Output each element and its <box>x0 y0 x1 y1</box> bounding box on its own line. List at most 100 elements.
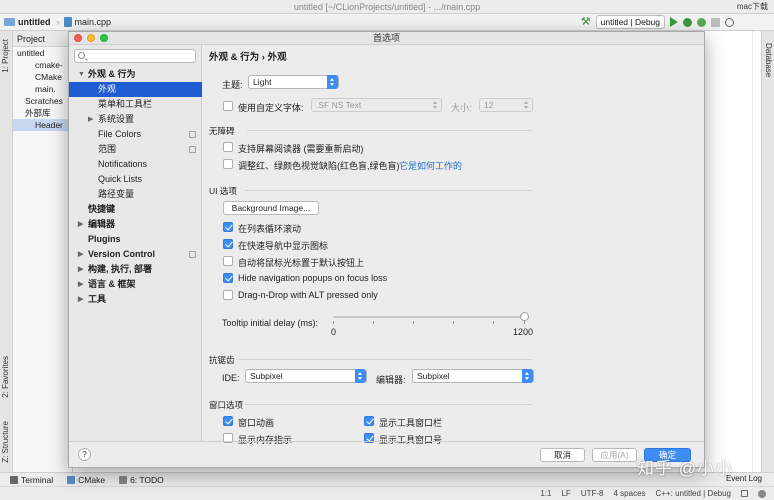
ide-antialiasing-select[interactable]: Subpixel <box>245 369 367 383</box>
accessibility-section-title: 无障碍 <box>209 126 235 136</box>
run-config-select[interactable]: untitled | Debug <box>595 15 665 29</box>
settings-tree-item[interactable]: ▶ 工具 <box>69 292 202 307</box>
run-icon[interactable] <box>670 17 678 27</box>
settings-search-input[interactable] <box>74 49 196 63</box>
font-family-select[interactable]: .SF NS Text <box>311 98 442 112</box>
search-everywhere-icon[interactable] <box>725 17 734 27</box>
stop-icon[interactable] <box>711 17 720 27</box>
indent-setting[interactable]: 4 spaces <box>614 489 646 498</box>
settings-tree-item[interactable]: 外观 <box>69 82 202 97</box>
watermark-logo: mac下载 <box>736 2 768 11</box>
settings-tree-item[interactable]: ▶ 系统设置 <box>69 112 202 127</box>
inspector-icon[interactable] <box>758 489 766 498</box>
project-scope-icon <box>189 251 196 258</box>
line-separator[interactable]: LF <box>561 489 570 498</box>
database-tool-tab[interactable]: Database <box>764 43 773 77</box>
project-panel: Project untitled cmake- CMake main. Scra… <box>13 31 73 472</box>
minimize-window-button[interactable] <box>87 34 95 42</box>
slider-tick <box>333 321 334 324</box>
tool-window-bars-checkbox[interactable] <box>364 416 374 426</box>
background-image-button[interactable]: Background Image... <box>223 201 319 215</box>
settings-tree-item[interactable]: Plugins <box>69 232 202 247</box>
quick-nav-icons-label: 在快速导航中显示图标 <box>238 241 329 251</box>
settings-tree-item[interactable]: Quick Lists <box>69 172 202 187</box>
project-panel-header[interactable]: Project <box>13 31 72 47</box>
cyclic-scrolling-checkbox[interactable] <box>223 222 233 232</box>
chevron-right-icon[interactable]: ▶ <box>88 112 93 127</box>
lock-icon[interactable] <box>741 490 748 497</box>
settings-tree-item[interactable]: ▶ 编辑器 <box>69 217 202 232</box>
coverage-icon[interactable] <box>697 17 706 27</box>
move-mouse-default-checkbox[interactable] <box>223 256 233 266</box>
build-icon[interactable]: ⚒ <box>581 16 591 27</box>
project-tree-item[interactable]: cmake- <box>13 59 72 71</box>
cmake-tool-tab[interactable]: CMake <box>67 475 105 485</box>
window-title-bar: untitled [~/CLionProjects/untitled] - ..… <box>0 0 774 14</box>
structure-tool-tab[interactable]: Z: Structure <box>1 421 10 463</box>
debug-icon[interactable] <box>683 17 692 27</box>
help-button[interactable]: ? <box>78 448 91 461</box>
project-tree-item[interactable]: 外部库 <box>13 107 72 119</box>
color-blind-checkbox[interactable] <box>223 159 233 169</box>
settings-tree-item[interactable]: ▶ Version Control <box>69 247 202 262</box>
settings-tree-label: Plugins <box>88 234 121 244</box>
project-tree-item[interactable]: untitled <box>13 47 72 59</box>
drag-alt-checkbox[interactable] <box>223 290 233 300</box>
screen-reader-checkbox[interactable] <box>223 142 233 152</box>
terminal-icon <box>10 475 18 484</box>
terminal-tool-tab[interactable]: Terminal <box>10 475 53 485</box>
chevron-right-icon[interactable]: ▶ <box>78 247 83 262</box>
project-scope-icon <box>189 131 196 138</box>
breadcrumb-separator: › <box>56 17 60 27</box>
breadcrumb-file[interactable]: main.cpp <box>63 17 111 27</box>
zoom-window-button[interactable] <box>100 34 108 42</box>
tool-window-bars-label: 显示工具窗口栏 <box>379 418 443 428</box>
settings-tree-item[interactable]: 快捷键 <box>69 202 202 217</box>
font-size-select[interactable]: 12 <box>479 98 533 112</box>
how-it-works-link[interactable]: 它是如何工作的 <box>399 159 462 172</box>
settings-tree-item[interactable]: 范围 <box>69 142 202 157</box>
section-divider <box>245 404 532 405</box>
todo-tool-tab[interactable]: 6: TODO <box>119 475 164 485</box>
project-tree-item[interactable]: main. <box>13 83 72 95</box>
settings-tree-label: File Colors <box>98 129 142 139</box>
chevron-down-icon[interactable]: ▼ <box>78 67 85 82</box>
editor-antialiasing-select[interactable]: Subpixel <box>412 369 534 383</box>
settings-tree-item[interactable]: 菜单和工具栏 <box>69 97 202 112</box>
custom-font-checkbox[interactable] <box>223 101 233 111</box>
right-tool-strip: Database <box>761 31 774 472</box>
project-tree-item[interactable]: Scratches <box>13 95 72 107</box>
favorites-tool-tab[interactable]: 2: Favorites <box>1 356 10 398</box>
settings-tree-item[interactable]: ▶ 语言 & 框架 <box>69 277 202 292</box>
context-selector[interactable]: C++: untitled | Debug <box>656 489 731 498</box>
close-window-button[interactable] <box>74 34 82 42</box>
settings-tree-item[interactable]: ▼ 外观 & 行为 <box>69 67 202 82</box>
dialog-title: 首选项 <box>372 33 400 43</box>
settings-tree-item[interactable]: Notifications <box>69 157 202 172</box>
caret-position[interactable]: 1:1 <box>540 489 551 498</box>
theme-select[interactable]: Light <box>248 75 339 89</box>
chevron-right-icon[interactable]: ▶ <box>78 277 83 292</box>
project-tree-item[interactable]: CMake <box>13 71 72 83</box>
dropdown-arrow-icon <box>521 98 532 112</box>
breadcrumb-project[interactable]: untitled <box>4 17 51 27</box>
tooltip-delay-track[interactable] <box>333 316 525 318</box>
tooltip-delay-label: Tooltip initial delay (ms): <box>222 318 319 328</box>
project-tree-item[interactable]: Header <box>13 119 72 131</box>
cancel-button[interactable]: 取消 <box>540 448 585 462</box>
chevron-right-icon[interactable]: ▶ <box>78 292 83 307</box>
color-blind-label: 调整红、绿颜色视觉缺陷(红色盲,绿色盲) <box>238 161 400 171</box>
window-animation-checkbox[interactable] <box>223 416 233 426</box>
quick-nav-icons-checkbox[interactable] <box>223 239 233 249</box>
settings-tree-label: 快捷键 <box>88 204 116 214</box>
settings-tree-item[interactable]: 路径变量 <box>69 187 202 202</box>
project-tool-tab[interactable]: 1: Project <box>1 39 10 73</box>
chevron-right-icon[interactable]: ▶ <box>78 217 83 232</box>
settings-tree-item[interactable]: File Colors <box>69 127 202 142</box>
settings-tree-item[interactable]: ▶ 构建, 执行, 部署 <box>69 262 202 277</box>
hide-nav-popups-checkbox[interactable] <box>223 273 233 283</box>
file-encoding[interactable]: UTF-8 <box>581 489 604 498</box>
apply-button[interactable]: 应用(A) <box>592 448 637 462</box>
tooltip-delay-slider-thumb[interactable] <box>520 312 529 321</box>
chevron-right-icon[interactable]: ▶ <box>78 262 83 277</box>
